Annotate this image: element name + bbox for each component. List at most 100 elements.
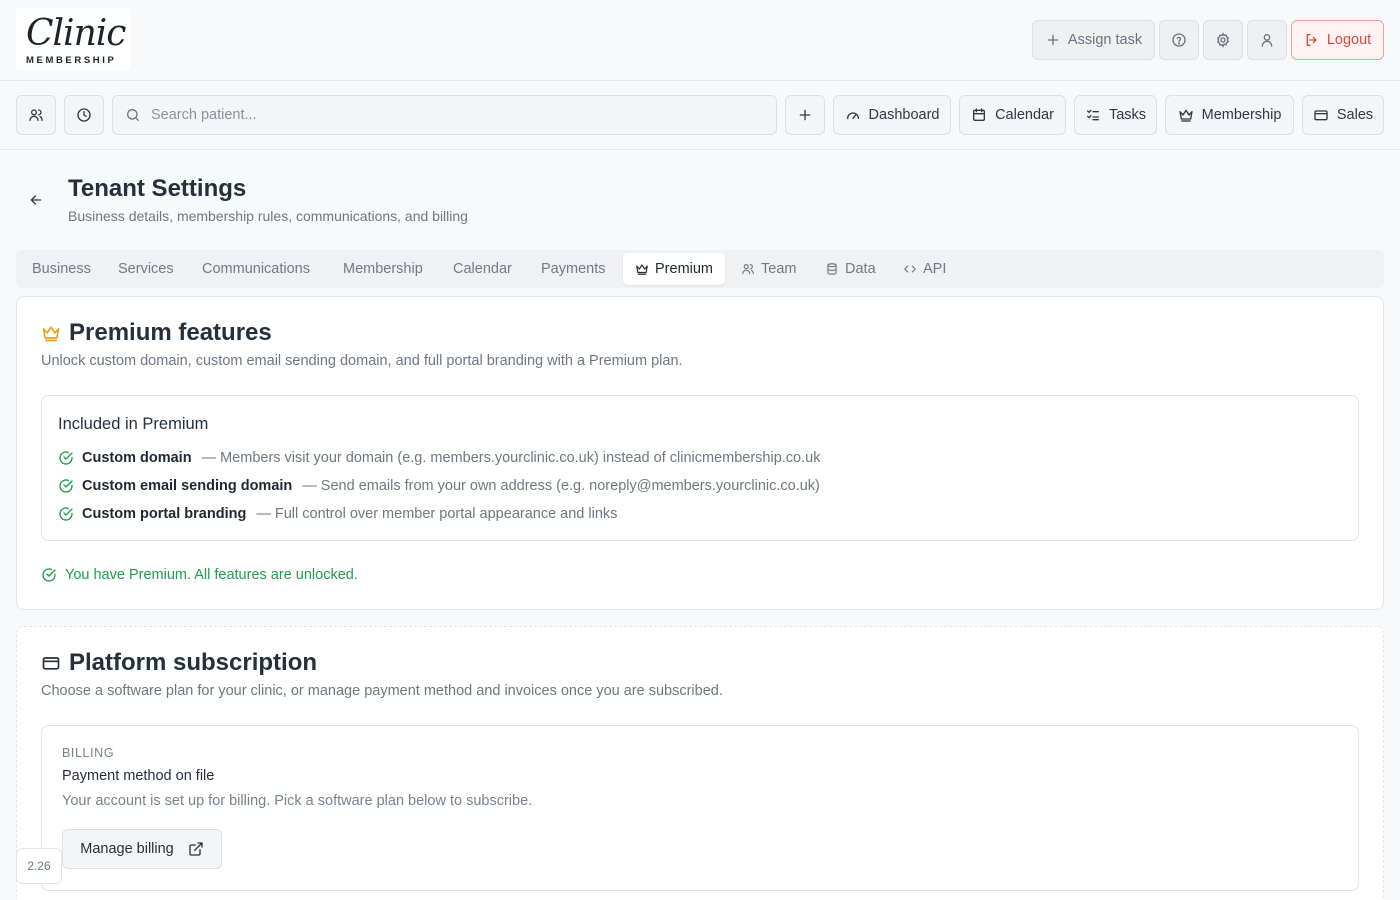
plus-icon — [1047, 34, 1059, 46]
billing-label: BILLING — [62, 746, 115, 760]
check-circle-icon — [59, 479, 73, 493]
nav-tasks[interactable]: Tasks — [1074, 95, 1157, 135]
tab-team[interactable]: Team — [735, 253, 802, 285]
tab-label: Membership — [343, 261, 423, 277]
tab-label: API — [923, 261, 947, 277]
assign-task-button[interactable]: Assign task — [1032, 20, 1155, 60]
crown-icon — [42, 326, 60, 342]
included-features-box: Included in Premium Custom domain — Memb… — [41, 395, 1359, 541]
assign-task-label: Assign task — [1067, 32, 1143, 48]
tab-label: Business — [32, 261, 91, 277]
version-badge: 2.26 — [16, 848, 62, 884]
feature-custom-portal-branding: Custom portal branding — Full control ov… — [58, 506, 617, 522]
help-circle-icon — [1172, 33, 1186, 47]
add-button[interactable] — [785, 95, 825, 135]
nav-tasks-label: Tasks — [1108, 107, 1147, 123]
feature-desc: — Members visit your domain (e.g. member… — [201, 450, 821, 466]
logout-label: Logout — [1326, 32, 1372, 48]
premium-status-text: You have Premium. All features are unloc… — [65, 567, 358, 583]
platform-subtitle: Choose a software plan for your clinic, … — [41, 683, 723, 699]
checklist-icon — [1086, 109, 1099, 121]
database-icon — [827, 263, 837, 275]
premium-title: Premium features — [41, 319, 272, 347]
manage-billing-label: Manage billing — [80, 841, 174, 857]
feature-name: Custom domain — [82, 450, 192, 466]
page-title: Tenant Settings — [68, 175, 247, 202]
tab-label: Services — [118, 261, 174, 277]
feature-desc: — Send emails from your own address (e.g… — [302, 478, 820, 494]
logo-script-text: Clinic — [26, 13, 126, 54]
settings-tabs: Business Services Communications Members… — [16, 250, 1384, 288]
included-title: Included in Premium — [58, 415, 209, 433]
calendar-icon — [973, 108, 986, 121]
check-circle-icon — [42, 568, 56, 582]
tab-membership[interactable]: Membership — [337, 253, 429, 285]
nav-sales[interactable]: Sales — [1302, 95, 1384, 135]
nav-membership-label: Membership — [1201, 107, 1282, 123]
nav-calendar[interactable]: Calendar — [959, 95, 1066, 135]
search-input[interactable] — [151, 107, 751, 123]
feature-custom-email-domain: Custom email sending domain — Send email… — [58, 478, 820, 494]
manage-billing-button[interactable]: Manage billing — [62, 829, 222, 869]
gauge-icon — [846, 112, 859, 119]
logout-button[interactable]: Logout — [1291, 20, 1384, 60]
tab-label: Premium — [655, 261, 714, 277]
platform-title-text: Platform subscription — [69, 649, 318, 676]
tab-label: Calendar — [453, 261, 512, 277]
billing-title: Payment method on file — [62, 768, 215, 784]
credit-card-icon — [42, 657, 60, 670]
patients-button[interactable] — [16, 95, 56, 135]
help-button[interactable] — [1159, 20, 1199, 60]
crown-icon — [1178, 109, 1193, 122]
check-circle-icon — [59, 507, 73, 521]
tab-business[interactable]: Business — [26, 253, 97, 285]
tab-label: Payments — [541, 261, 606, 277]
back-button[interactable] — [24, 188, 48, 212]
tab-services[interactable]: Services — [112, 253, 180, 285]
platform-title: Platform subscription — [41, 649, 317, 677]
users-icon — [29, 109, 43, 121]
logout-icon — [1306, 34, 1317, 46]
external-link-icon — [189, 842, 203, 856]
settings-button[interactable] — [1203, 20, 1243, 60]
users-icon — [742, 264, 754, 275]
platform-subscription-card: Platform subscription Choose a software … — [16, 626, 1384, 900]
premium-features-card: Premium features Unlock custom domain, c… — [16, 296, 1384, 610]
tab-api[interactable]: API — [897, 253, 952, 285]
premium-status: You have Premium. All features are unloc… — [41, 567, 358, 583]
code-icon — [904, 265, 916, 273]
tab-label: Team — [761, 261, 797, 277]
nav-calendar-label: Calendar — [995, 107, 1054, 123]
plus-icon — [799, 109, 811, 121]
main-nav: Dashboard Calendar Tasks Membership Sale… — [0, 81, 1400, 150]
logo-subtext: MEMBERSHIP — [26, 55, 117, 66]
feature-custom-domain: Custom domain — Members visit your domai… — [58, 450, 820, 466]
history-button[interactable] — [64, 95, 104, 135]
check-circle-icon — [59, 451, 73, 465]
credit-card-icon — [1314, 110, 1328, 121]
patient-search[interactable] — [112, 95, 777, 135]
tab-payments[interactable]: Payments — [535, 253, 611, 285]
nav-membership[interactable]: Membership — [1165, 95, 1294, 135]
clinic-membership-logo[interactable]: Clinic MEMBERSHIP — [16, 8, 130, 70]
billing-box: BILLING Payment method on file Your acco… — [41, 725, 1359, 891]
user-icon — [1261, 34, 1273, 47]
tab-label: Data — [845, 261, 876, 277]
premium-subtitle: Unlock custom domain, custom email sendi… — [41, 353, 683, 369]
profile-button[interactable] — [1247, 20, 1287, 60]
tab-label: Communications — [202, 261, 310, 277]
feature-name: Custom portal branding — [82, 506, 247, 522]
feature-name: Custom email sending domain — [82, 478, 293, 494]
crown-icon — [636, 264, 648, 275]
gear-icon — [1216, 32, 1230, 48]
tab-calendar[interactable]: Calendar — [447, 253, 518, 285]
top-header: Clinic MEMBERSHIP Assign task Logout — [0, 0, 1400, 81]
premium-title-text: Premium features — [69, 319, 272, 346]
nav-sales-label: Sales — [1336, 107, 1374, 123]
billing-text: Your account is set up for billing. Pick… — [62, 793, 533, 809]
tab-data[interactable]: Data — [819, 253, 882, 285]
tab-communications[interactable]: Communications — [196, 253, 316, 285]
tab-premium[interactable]: Premium — [623, 253, 726, 285]
feature-desc: — Full control over member portal appear… — [256, 506, 618, 522]
nav-dashboard[interactable]: Dashboard — [833, 95, 951, 135]
